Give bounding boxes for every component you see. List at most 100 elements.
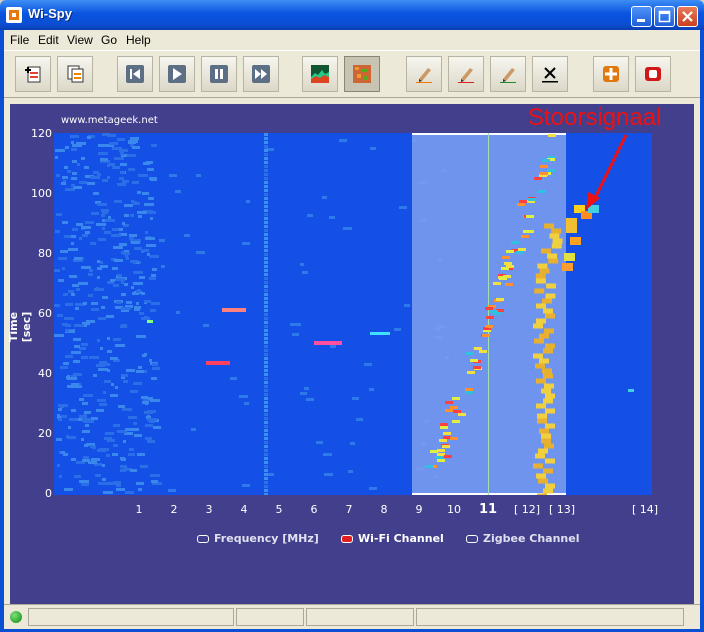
legend-frequency[interactable]: Frequency [MHz]: [197, 532, 319, 545]
stripe-cell: [264, 165, 268, 168]
noise-cell: [148, 197, 154, 200]
noise-cell: [119, 177, 124, 180]
noise-cell: [141, 396, 148, 399]
noise-cell: [72, 284, 79, 287]
fast-forward-button[interactable]: [243, 56, 279, 92]
noise-cell: [300, 263, 304, 266]
pause-button[interactable]: [201, 56, 237, 92]
noise-cell: [306, 398, 314, 401]
noise-cell: [102, 478, 106, 481]
red-marker-button[interactable]: [448, 56, 484, 92]
noise-cell: [115, 386, 118, 389]
noise-cell: [120, 163, 127, 166]
stripe-cell: [264, 461, 268, 464]
menu-view[interactable]: View: [67, 33, 93, 47]
noise-cell: [97, 276, 100, 279]
x-tick-12: [ 12]: [513, 503, 541, 516]
noise-cell: [136, 302, 139, 305]
copy-report-button[interactable]: [57, 56, 93, 92]
erase-markers-button[interactable]: [532, 56, 568, 92]
noise-cell: [152, 268, 157, 271]
menu-help[interactable]: Help: [126, 33, 151, 47]
green-marker-button[interactable]: [490, 56, 526, 92]
stripe-cell: [264, 417, 268, 420]
noise-cell: [137, 453, 145, 456]
noise-cell: [134, 201, 137, 204]
noise-cell: [108, 216, 111, 219]
wifi-blip: [147, 320, 153, 323]
hot-signal-cell: [535, 453, 545, 459]
noise-cell: [76, 288, 80, 291]
y-axis-label: Time [sec]: [7, 311, 33, 343]
noise-cell: [85, 231, 90, 234]
noise-cell: [149, 255, 159, 258]
maximize-button[interactable]: [654, 6, 675, 27]
stripe-cell: [264, 377, 268, 380]
noise-cell: [74, 257, 82, 260]
noise-cell: [71, 184, 75, 187]
noise-cell: [128, 168, 135, 171]
hot-signal-cell: [538, 478, 548, 484]
noise-cell: [71, 409, 76, 412]
connection-status-icon: [10, 611, 22, 623]
menu-go[interactable]: Go: [101, 33, 117, 47]
status-bar: [4, 604, 700, 629]
stripe-cell: [264, 465, 268, 468]
play-icon: [168, 65, 186, 83]
signal-trace: [473, 366, 481, 369]
noise-cell: [72, 160, 77, 163]
noise-cell: [141, 317, 150, 320]
legend-wifi[interactable]: Wi-Fi Channel: [341, 532, 444, 545]
noise-cell: [149, 359, 152, 362]
record-button[interactable]: [635, 56, 671, 92]
stripe-cell: [264, 221, 268, 224]
noise-cell: [107, 164, 110, 167]
noise-cell: [113, 444, 118, 447]
stripe-cell: [264, 357, 268, 360]
x-tick-11-selected[interactable]: 11: [479, 502, 497, 517]
noise-cell: [196, 174, 201, 177]
noise-cell: [150, 309, 156, 312]
topographic-view-button[interactable]: [302, 56, 338, 92]
noise-cell: [102, 464, 105, 467]
noise-cell: [121, 293, 126, 296]
stripe-cell: [264, 337, 268, 340]
noise-cell: [91, 302, 98, 305]
orange-marker-button[interactable]: [406, 56, 442, 92]
noise-cell: [404, 304, 410, 307]
play-button[interactable]: [159, 56, 195, 92]
noise-cell: [88, 461, 97, 464]
noise-cell: [102, 179, 108, 182]
noise-cell: [102, 211, 108, 214]
noise-cell: [119, 149, 128, 152]
legend-zigbee[interactable]: Zigbee Channel: [466, 532, 579, 545]
stripe-cell: [264, 285, 268, 288]
density-view-button[interactable]: [344, 56, 380, 92]
noise-cell: [83, 414, 87, 417]
noise-cell: [116, 484, 121, 487]
menu-edit[interactable]: Edit: [38, 33, 59, 47]
noise-cell: [133, 282, 143, 285]
new-document-icon: [25, 66, 41, 83]
noise-cell: [57, 314, 63, 317]
wifi-blip: [314, 341, 342, 345]
crosshair-button[interactable]: [593, 56, 629, 92]
noise-cell: [150, 474, 160, 477]
signal-trace: [548, 134, 556, 137]
rewind-button[interactable]: [117, 56, 153, 92]
noise-cell: [134, 308, 140, 311]
noise-cell: [71, 293, 75, 296]
noise-cell: [71, 235, 76, 238]
minimize-button[interactable]: [631, 6, 652, 27]
spectrum-heatmap[interactable]: [54, 133, 652, 495]
menu-file[interactable]: File: [10, 33, 29, 47]
close-button[interactable]: [677, 6, 698, 27]
stripe-cell: [264, 305, 268, 308]
noise-cell: [175, 190, 181, 193]
noise-cell: [123, 440, 126, 443]
noise-cell: [133, 382, 142, 385]
signal-trace: [485, 307, 493, 310]
new-session-button[interactable]: [15, 56, 51, 92]
pencil-orange-icon: [416, 68, 432, 83]
hot-signal-cell: [543, 488, 553, 494]
